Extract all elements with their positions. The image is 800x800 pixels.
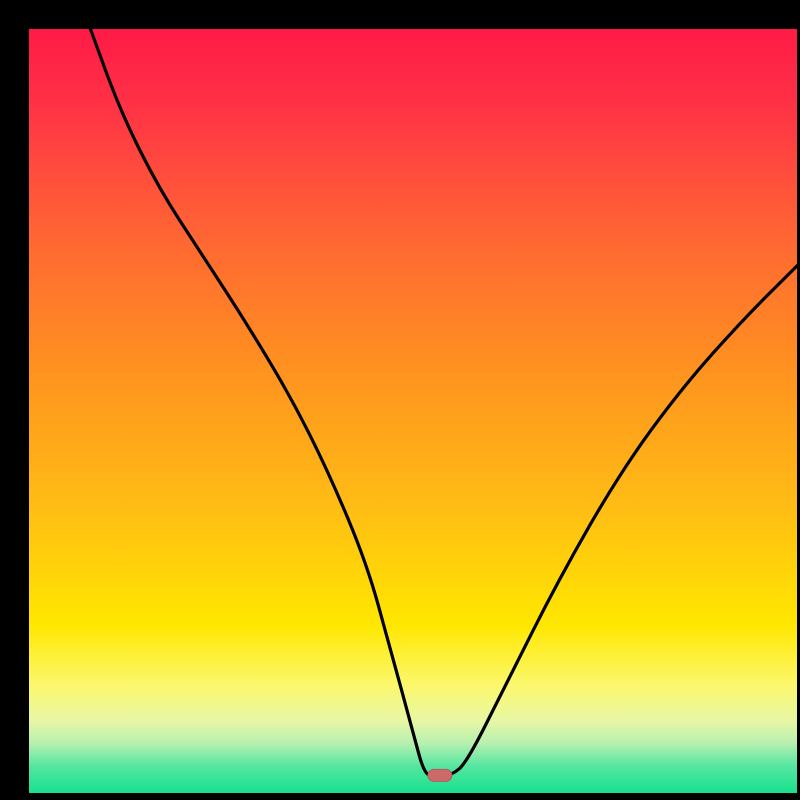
gradient-background (29, 29, 797, 793)
bottleneck-plot (0, 0, 800, 800)
chart-container: TheBottleneck.com (0, 0, 800, 800)
optimal-point-marker (428, 769, 452, 781)
